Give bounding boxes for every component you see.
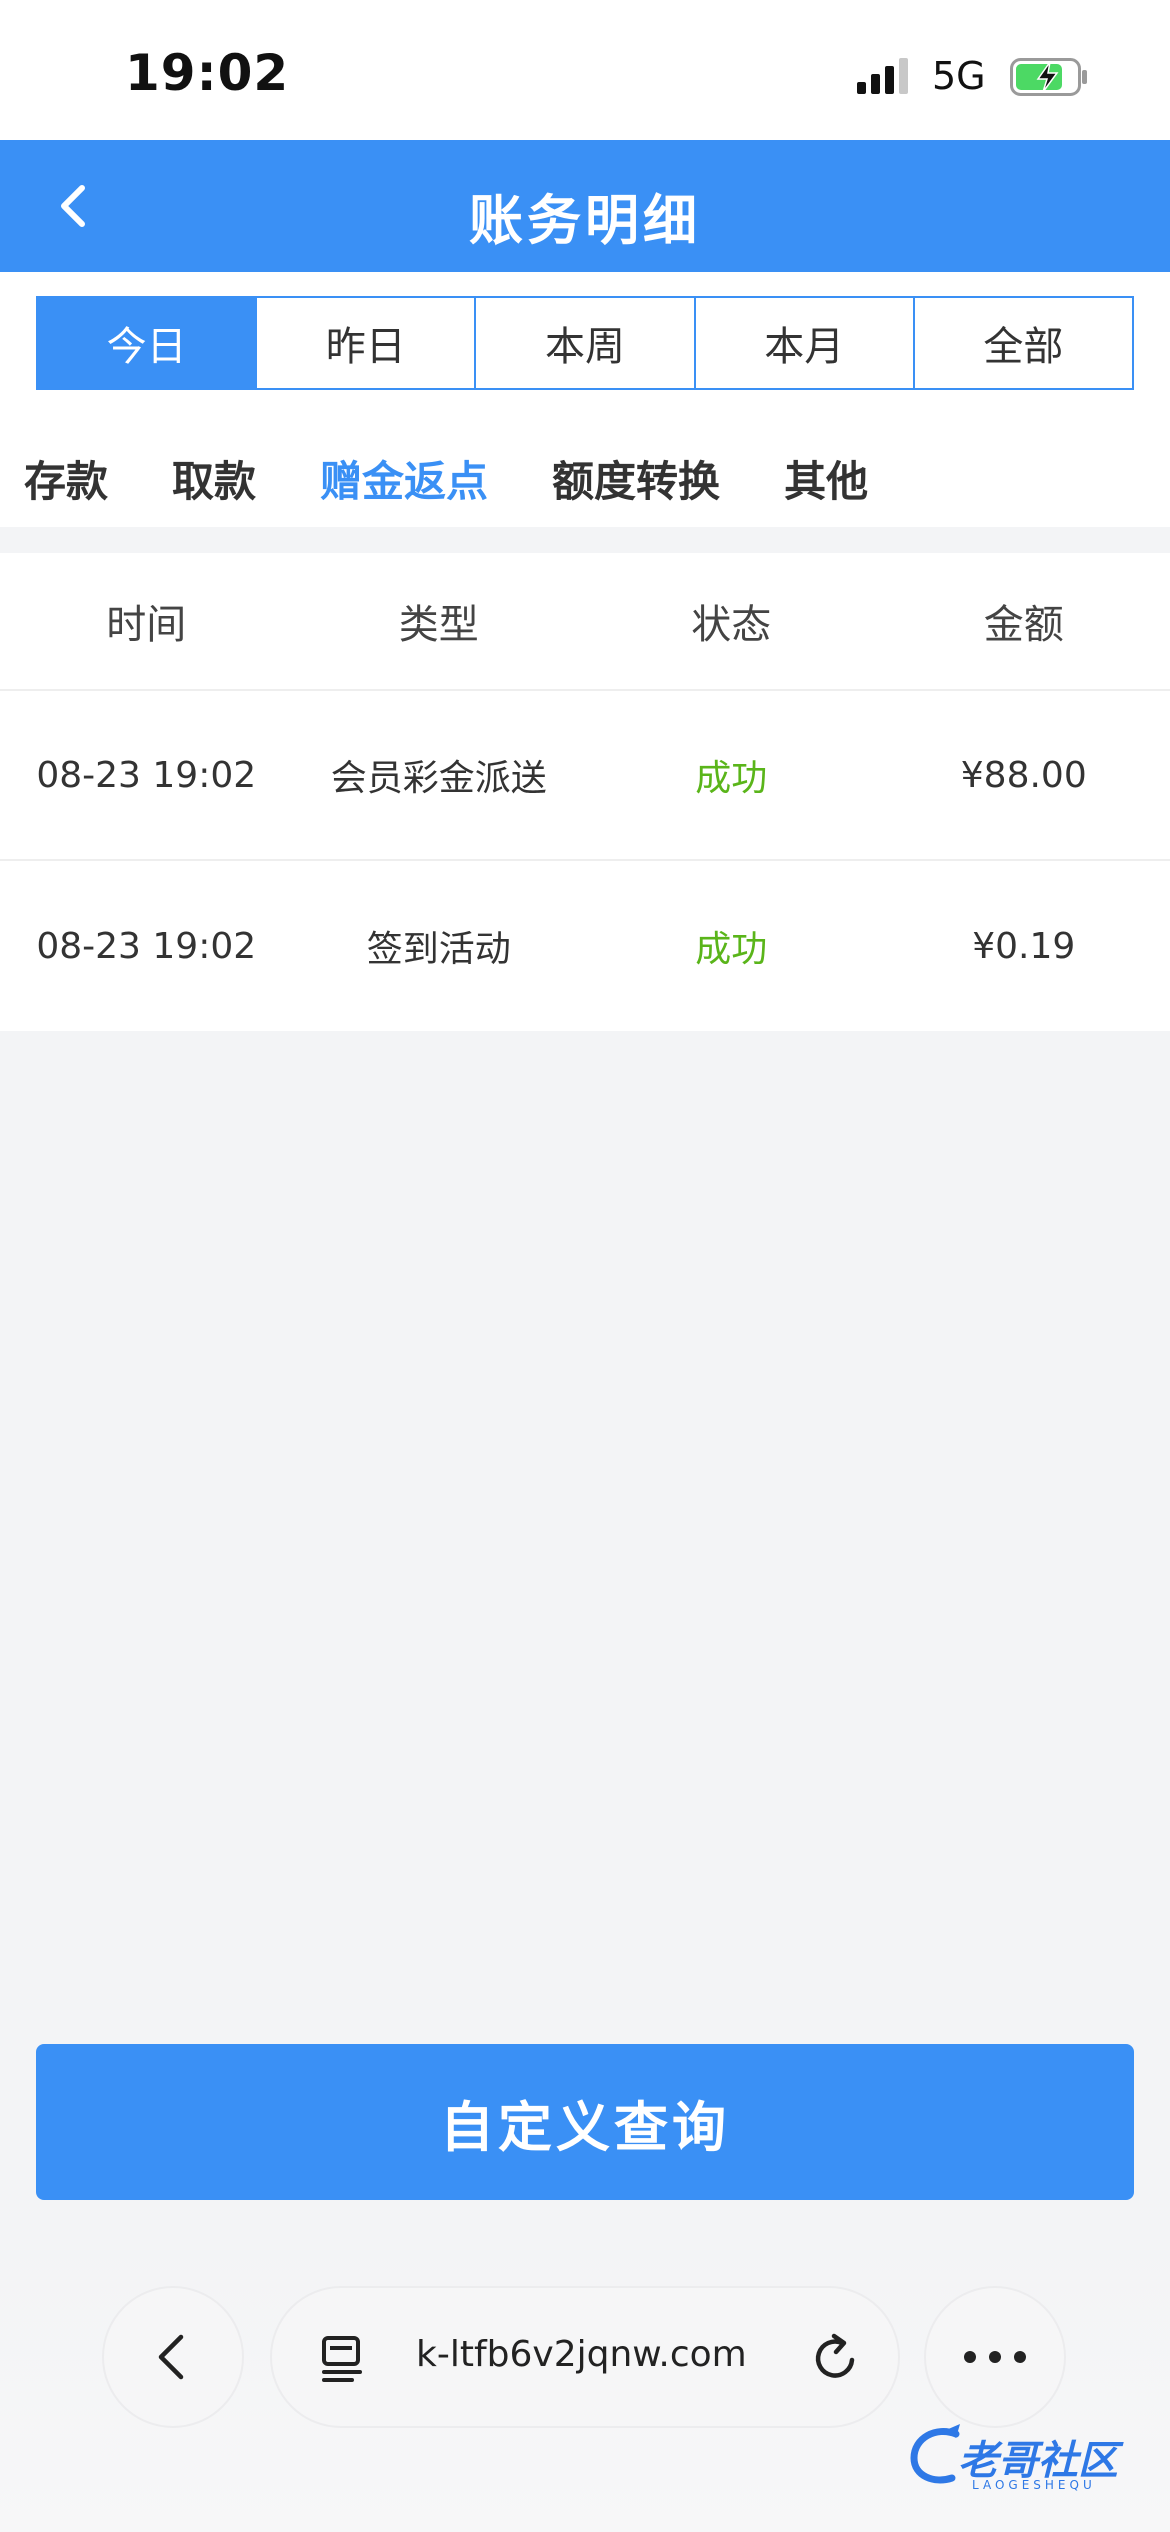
chevron-left-icon: [158, 2334, 184, 2380]
table-row[interactable]: 08-23 19:02 会员彩金派送 成功 ¥88.00: [0, 691, 1170, 861]
dragon-logo-icon: [910, 2424, 960, 2484]
table-header: 时间 类型 状态 金额: [0, 553, 1170, 691]
tab-this-week[interactable]: 本周: [474, 298, 693, 388]
category-withdraw[interactable]: 取款: [172, 448, 256, 512]
row-time: 08-23 19:02: [36, 925, 257, 967]
column-header-time: 时间: [106, 602, 187, 648]
watermark-subtext: LAOGESHEQU: [972, 2478, 1096, 2492]
column-header-amount: 金额: [983, 602, 1064, 648]
watermark-logo: 老哥社区 LAOGESHEQU: [906, 2418, 1156, 2498]
url-text: k-ltfb6v2jqnw.com: [416, 2334, 747, 2375]
status-bar: 19:02 5G: [0, 0, 1170, 140]
category-balance-transfer[interactable]: 额度转换: [552, 448, 720, 512]
category-tabs: 存款 取款 赠金返点 额度转换 其他: [24, 448, 932, 512]
tab-yesterday[interactable]: 昨日: [255, 298, 474, 388]
category-bonus-rebate[interactable]: 赠金返点: [320, 448, 488, 512]
transaction-table: 时间 类型 状态 金额 08-23 19:02 会员彩金派送 成功 ¥88.00…: [0, 553, 1170, 1031]
page-title: 账务明细: [469, 189, 701, 252]
network-label: 5G: [932, 54, 986, 98]
signal-icon: [857, 58, 908, 94]
tabs-icon[interactable]: [320, 2334, 368, 2384]
category-other[interactable]: 其他: [784, 448, 868, 512]
more-icon: [964, 2351, 1026, 2363]
battery-icon: [1010, 58, 1087, 96]
table-row[interactable]: 08-23 19:02 签到活动 成功 ¥0.19: [0, 861, 1170, 1031]
nav-bar: 账务明细: [0, 140, 1170, 272]
custom-query-button[interactable]: 自定义查询: [36, 2044, 1134, 2200]
row-status: 成功: [695, 758, 768, 799]
row-type: 签到活动: [366, 929, 511, 970]
row-status: 成功: [695, 929, 768, 970]
row-amount: ¥0.19: [972, 925, 1076, 967]
tab-this-month[interactable]: 本月: [693, 298, 913, 388]
row-time: 08-23 19:02: [36, 754, 257, 796]
date-range-tabs: 今日 昨日 本周 本月 全部: [36, 296, 1134, 390]
status-time: 19:02: [125, 44, 290, 102]
row-amount: ¥88.00: [960, 754, 1087, 796]
tab-today[interactable]: 今日: [38, 298, 256, 388]
more-button[interactable]: [924, 2286, 1066, 2428]
column-header-type: 类型: [398, 602, 479, 648]
row-type: 会员彩金派送: [330, 758, 547, 799]
address-bar[interactable]: k-ltfb6v2jqnw.com: [270, 2286, 900, 2428]
tab-all[interactable]: 全部: [912, 298, 1132, 388]
browser-back-button[interactable]: [102, 2286, 244, 2428]
column-header-status: 状态: [691, 602, 772, 648]
reload-icon[interactable]: [808, 2330, 864, 2386]
category-deposit[interactable]: 存款: [24, 448, 108, 512]
